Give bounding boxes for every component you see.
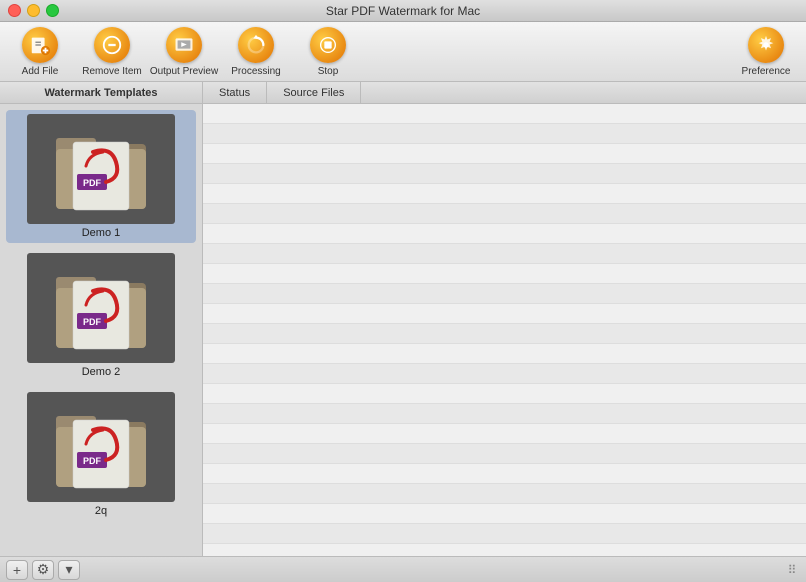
minimize-button[interactable] <box>27 4 40 17</box>
table-row <box>203 224 806 244</box>
add-template-button[interactable]: + <box>6 560 28 580</box>
right-panel: Status Source Files <box>203 82 806 556</box>
template-label-demo1: Demo 1 <box>82 227 121 239</box>
right-panel-header: Status Source Files <box>203 82 806 104</box>
pdf-folder-icon-1: PDF <box>51 124 151 214</box>
window-title: Star PDF Watermark for Mac <box>326 4 480 18</box>
table-row <box>203 464 806 484</box>
toolbar: Add File Remove Item Output Preview <box>0 22 806 82</box>
pdf-folder-icon-2: PDF <box>51 263 151 353</box>
preference-icon <box>748 27 784 63</box>
source-files-content <box>203 104 806 556</box>
table-row <box>203 404 806 424</box>
tab-source-files[interactable]: Source Files <box>267 82 361 103</box>
output-preview-button[interactable]: Output Preview <box>148 24 220 80</box>
template-item-demo2[interactable]: PDF Demo 2 <box>6 249 196 382</box>
svg-text:PDF: PDF <box>83 178 102 188</box>
resize-icon: ⠿ <box>788 563 797 577</box>
template-item-demo1[interactable]: PDF Demo 1 <box>6 110 196 243</box>
preference-button[interactable]: Preference <box>730 24 802 80</box>
main-content: Watermark Templates <box>0 82 806 556</box>
table-row <box>203 144 806 164</box>
resize-handle[interactable]: ⠿ <box>784 562 800 578</box>
table-row <box>203 544 806 556</box>
chevron-down-icon: ▾ <box>65 561 72 578</box>
table-row <box>203 444 806 464</box>
arrow-button[interactable]: ▾ <box>58 560 80 580</box>
table-row <box>203 524 806 544</box>
table-row <box>203 204 806 224</box>
template-label-2q: 2q <box>95 505 107 517</box>
processing-label: Processing <box>231 66 280 77</box>
bottom-bar: + ⚙ ▾ ⠿ <box>0 556 806 582</box>
template-list: PDF Demo 1 <box>0 104 202 556</box>
table-row <box>203 484 806 504</box>
template-thumbnail-demo1: PDF <box>27 114 175 224</box>
add-file-label: Add File <box>22 66 59 77</box>
settings-button[interactable]: ⚙ <box>32 560 54 580</box>
gear-icon: ⚙ <box>37 561 50 578</box>
template-thumbnail-2q: PDF <box>27 392 175 502</box>
pdf-folder-icon-3: PDF <box>51 402 151 492</box>
table-row <box>203 304 806 324</box>
table-row <box>203 324 806 344</box>
processing-icon <box>238 27 274 63</box>
table-row <box>203 244 806 264</box>
close-button[interactable] <box>8 4 21 17</box>
stop-icon <box>310 27 346 63</box>
tab-status[interactable]: Status <box>203 82 267 103</box>
watermark-templates-header: Watermark Templates <box>0 82 202 104</box>
table-row <box>203 264 806 284</box>
table-row <box>203 504 806 524</box>
template-thumbnail-demo2: PDF <box>27 253 175 363</box>
table-row <box>203 124 806 144</box>
table-row <box>203 184 806 204</box>
remove-item-button[interactable]: Remove Item <box>76 24 148 80</box>
add-icon: + <box>13 562 21 578</box>
output-preview-icon <box>166 27 202 63</box>
template-item-2q[interactable]: PDF 2q <box>6 388 196 521</box>
output-preview-label: Output Preview <box>150 66 218 77</box>
table-row <box>203 104 806 124</box>
maximize-button[interactable] <box>46 4 59 17</box>
table-row <box>203 364 806 384</box>
table-row <box>203 344 806 364</box>
template-label-demo2: Demo 2 <box>82 366 121 378</box>
table-row <box>203 424 806 444</box>
stop-button[interactable]: Stop <box>292 24 364 80</box>
title-bar: Star PDF Watermark for Mac <box>0 0 806 22</box>
table-row <box>203 164 806 184</box>
remove-item-icon <box>94 27 130 63</box>
svg-text:PDF: PDF <box>83 456 102 466</box>
table-row <box>203 284 806 304</box>
traffic-lights <box>8 4 59 17</box>
left-panel: Watermark Templates <box>0 82 203 556</box>
add-file-button[interactable]: Add File <box>4 24 76 80</box>
remove-item-label: Remove Item <box>82 66 141 77</box>
preference-label: Preference <box>742 66 791 77</box>
table-row <box>203 384 806 404</box>
stop-label: Stop <box>318 66 339 77</box>
add-file-icon <box>22 27 58 63</box>
svg-text:PDF: PDF <box>83 317 102 327</box>
processing-button[interactable]: Processing <box>220 24 292 80</box>
